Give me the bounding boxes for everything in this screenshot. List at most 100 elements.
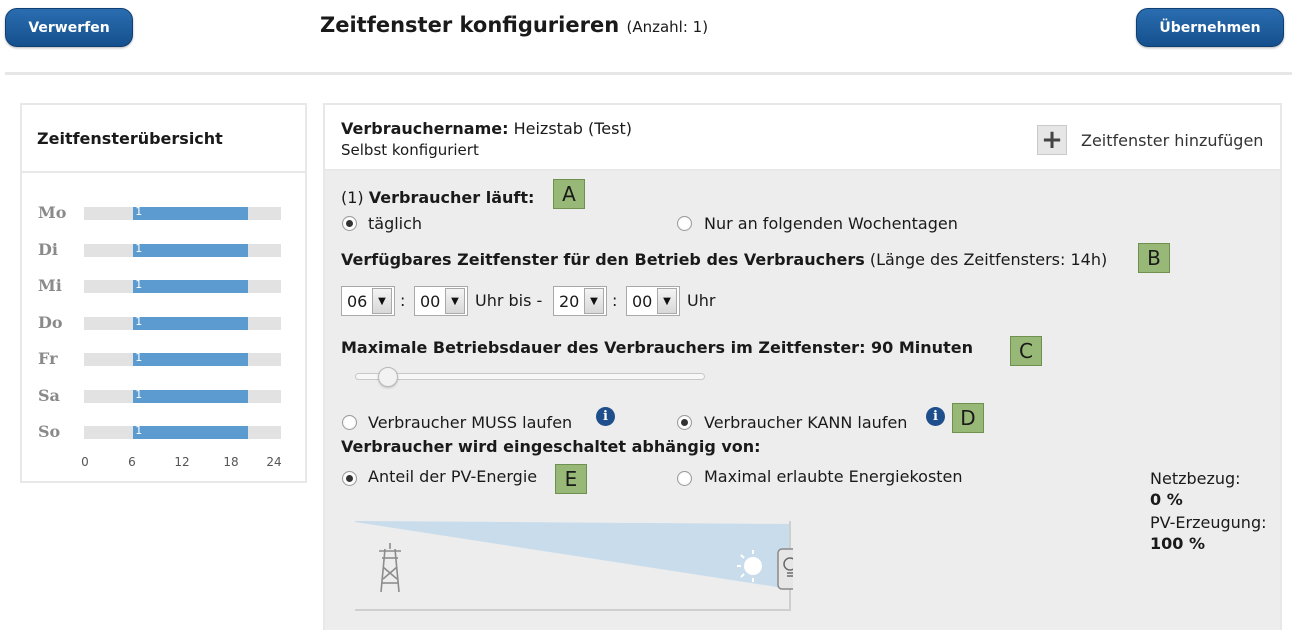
apply-button[interactable]: Übernehmen [1136,8,1284,47]
from-minute-select[interactable]: 00 ▼ [414,286,468,316]
marker-c: C [1010,336,1042,366]
to-minute-select[interactable]: 00 ▼ [626,286,680,316]
day-label: Mi [38,276,62,295]
uhr-label: Uhr [687,291,716,310]
info-icon[interactable]: i [596,407,615,426]
window-number: 1 [135,205,143,218]
radio-can-run[interactable] [677,415,692,430]
day-track: 1 [84,387,281,403]
day-row-sa: Sa 1 [22,386,305,406]
radio-pv-share[interactable] [342,471,357,486]
option-daily-label: täglich [368,214,423,233]
axis-tick: 18 [223,455,239,469]
day-label: Di [38,239,58,259]
until-label: Uhr bis - [475,291,543,310]
depends-title: Verbraucher wird eingeschaltet abhängig … [341,437,761,456]
consumer-name: Verbrauchername: Heizstab (Test) [341,119,632,138]
day-row-do: Do 1 [22,313,305,333]
add-window-label: Zeitfenster hinzufügen [1081,130,1264,150]
day-row-fr: Fr 1 [22,349,305,369]
to-minute-value: 00 [632,291,653,311]
time-separator: : [400,291,406,310]
marker-b: B [1138,243,1170,273]
add-window-button[interactable]: + Zeitfenster hinzufügen [1037,125,1263,155]
axis-tick: 24 [266,455,282,469]
page-title-text: Zeitfenster konfigurieren [320,13,620,37]
marker-d: D [952,403,984,433]
marker-e: E [555,464,587,494]
window-number: 1 [135,424,143,437]
marker-a: A [553,179,585,209]
section-runs-label: Verbraucher läuft: [368,188,535,207]
radio-must-run[interactable] [342,415,357,430]
window-title: Verfügbares Zeitfenster für den Betrieb … [341,250,1107,269]
window-number: 1 [135,351,143,364]
window-overview-panel: Zeitfensterübersicht Mo 1 Di 1 Mi 1 Do 1 Fr 1 Sa 1 S… [20,103,307,483]
chevron-down-icon[interactable]: ▼ [372,288,392,314]
must-run-label: Verbraucher MUSS laufen [368,413,573,432]
overview-title: Zeitfensterübersicht [22,105,305,173]
time-window-bar[interactable]: 1 [133,387,249,403]
radio-daily[interactable] [342,216,357,231]
from-hour-select[interactable]: 06 ▼ [341,286,395,316]
max-cost-label: Maximal erlaubte Energiekosten [704,467,963,486]
plus-icon[interactable]: + [1037,125,1067,155]
day-row-so: So 1 [22,422,305,442]
pv-value: 100 % [1150,534,1205,553]
day-track: 1 [84,278,281,293]
time-separator: : [612,291,618,310]
duration-title: Maximale Betriebsdauer des Verbrauchers … [341,338,973,357]
time-window-bar[interactable]: 1 [133,278,249,293]
axis-tick: 6 [128,455,136,469]
day-track: 1 [84,205,281,220]
time-window-bar[interactable]: 1 [133,351,249,366]
pv-share-slider[interactable] [355,521,793,611]
radio-max-cost[interactable] [677,471,692,486]
to-hour-select[interactable]: 20 ▼ [553,286,607,316]
consumer-name-value: Heizstab (Test) [513,119,632,138]
day-label: Mo [38,203,67,222]
day-row-mo: Mo 1 [22,203,305,223]
window-number: 1 [135,241,143,255]
axis-tick: 0 [81,455,89,469]
section-runs-title: (1) Verbraucher läuft: [341,188,534,207]
day-track: 1 [84,424,281,439]
window-number: 1 [135,278,143,291]
chevron-down-icon[interactable]: ▼ [445,288,465,314]
time-window-bar[interactable]: 1 [133,205,249,220]
day-row-mi: Mi 1 [22,276,305,296]
axis-tick: 12 [174,455,190,469]
duration-slider-track[interactable] [355,373,705,380]
option-weekdays-label: Nur an folgenden Wochentagen [704,214,958,233]
day-label: Do [38,312,63,332]
page-title: Zeitfenster konfigurieren (Anzahl: 1) [320,13,708,37]
from-minute-value: 00 [420,291,441,311]
time-window-bar[interactable]: 1 [133,314,249,330]
duration-slider-handle[interactable] [378,367,398,387]
power-tower-icon [379,543,401,593]
day-row-di: Di 1 [22,240,305,260]
window-number: 1 [135,314,143,328]
radio-weekdays[interactable] [677,216,692,231]
chevron-down-icon[interactable]: ▼ [584,288,604,314]
day-track: 1 [84,241,281,257]
time-window-bar[interactable]: 1 [133,241,249,257]
window-count: (Anzahl: 1) [626,18,709,36]
header-divider [5,72,1292,75]
consumer-name-label: Verbrauchername: [341,119,509,138]
time-window-bar[interactable]: 1 [133,424,249,439]
to-hour-value: 20 [559,291,580,311]
window-number: 1 [135,387,143,401]
discard-button[interactable]: Verwerfen [5,8,133,47]
lightbulb-icon [777,548,793,590]
info-icon[interactable]: i [926,407,945,426]
day-label: Fr [38,349,58,368]
grid-value: 0 % [1150,490,1183,509]
consumer-header: Verbrauchername: Heizstab (Test) Selbst … [325,105,1280,171]
window-title-label: Verfügbares Zeitfenster für den Betrieb … [341,250,865,269]
consumer-subtitle: Selbst konfiguriert [341,141,479,159]
from-hour-value: 06 [347,291,368,311]
window-length: (Länge des Zeitfensters: 14h) [869,250,1108,269]
pv-share-wedge [355,521,790,589]
chevron-down-icon[interactable]: ▼ [657,288,677,314]
